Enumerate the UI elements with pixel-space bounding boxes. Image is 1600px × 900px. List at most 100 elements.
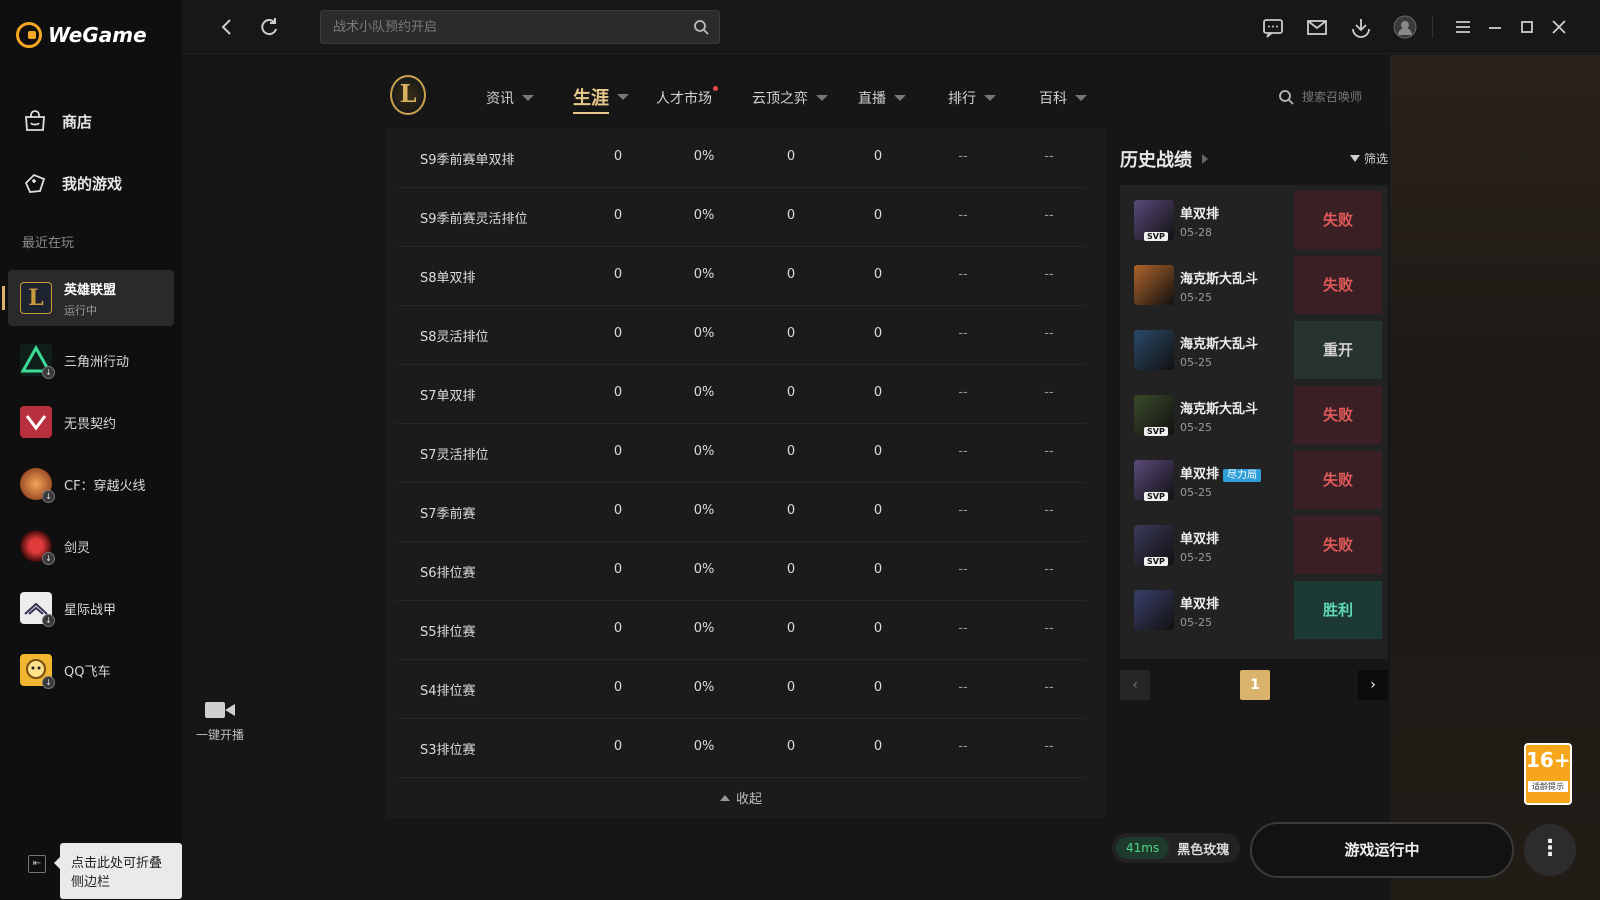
svp-badge: SVP <box>1144 492 1168 501</box>
search-icon <box>1279 89 1294 105</box>
queue-name-cell: S9季前赛单双排 <box>420 153 515 168</box>
sidebar-game-blade-soul[interactable]: ↓ 剑灵 <box>8 518 174 574</box>
stat-cell: 0 <box>613 621 623 636</box>
filter-label: 筛选 <box>1364 152 1389 166</box>
game-name: 星际战甲 <box>64 602 117 618</box>
match-history-title[interactable]: 历史战绩 <box>1120 146 1208 172</box>
match-card[interactable]: 海克斯大乱斗 05-25 重开 <box>1120 317 1388 383</box>
page-number-button[interactable]: 1 <box>1240 670 1270 700</box>
stat-cell: 0 <box>786 267 796 282</box>
minimize-icon[interactable] <box>1482 14 1508 40</box>
stat-cell: -- <box>958 149 968 164</box>
match-card[interactable]: SVP 单双排 尽力局 05-25 失败 <box>1120 447 1388 513</box>
download-icon: ↓ <box>42 676 55 689</box>
collapse-table-button[interactable]: 收起 <box>720 788 762 807</box>
start-stream-button[interactable]: 一键开播 <box>192 700 248 743</box>
close-icon[interactable] <box>1546 14 1572 40</box>
warframe-icon: ↓ <box>20 592 55 627</box>
delta-force-icon: ↓ <box>20 344 55 379</box>
stat-cell: 0 <box>873 562 883 577</box>
stat-cell: 0 <box>613 326 623 341</box>
stat-cell: 0% <box>693 326 715 341</box>
mail-icon[interactable] <box>1304 14 1330 40</box>
next-page-button[interactable]: › <box>1358 670 1388 700</box>
match-date: 05-25 <box>1180 616 1212 629</box>
stat-cell: 0 <box>613 208 623 223</box>
download-icon: ↓ <box>42 614 55 627</box>
divider <box>1432 16 1433 38</box>
match-card[interactable]: SVP 海克斯大乱斗 05-25 失败 <box>1120 382 1388 448</box>
tab-news[interactable]: 资讯 <box>486 88 534 108</box>
match-date: 05-28 <box>1180 226 1212 239</box>
nav-my-games-label: 我的游戏 <box>62 174 123 193</box>
svp-badge: SVP <box>1144 427 1168 436</box>
match-mode-text: 海克斯大乱斗 <box>1180 402 1259 417</box>
lol-icon: L <box>20 282 52 314</box>
stat-cell: 0% <box>693 503 715 518</box>
stat-cell: -- <box>1044 385 1054 400</box>
top-search-input[interactable] <box>321 11 719 43</box>
tab-label: 资讯 <box>486 91 514 107</box>
refresh-button[interactable] <box>256 14 282 40</box>
nav-shop[interactable]: 商店 <box>22 108 92 134</box>
stat-cell: 0% <box>693 267 715 282</box>
queue-name-cell: S6排位赛 <box>420 566 476 581</box>
age-rating: 16+ <box>1526 748 1571 772</box>
sidebar-game-cf[interactable]: ↓ CF：穿越火线 <box>8 456 174 512</box>
tab-label: 人才市场 <box>656 91 712 107</box>
download-manager-icon[interactable] <box>1348 14 1374 40</box>
stat-cell: 0 <box>873 621 883 636</box>
stat-cell: 0% <box>693 562 715 577</box>
stat-cell: -- <box>958 680 968 695</box>
summoner-search[interactable]: 搜索召唤师 <box>1278 88 1362 105</box>
brand-name: WeGame <box>48 23 147 47</box>
tab-talent-market[interactable]: 人才市场 <box>656 86 718 108</box>
sidebar-game-lol[interactable]: L 英雄联盟 运行中 <box>2 270 174 326</box>
stat-cell: 0 <box>613 149 623 164</box>
match-card[interactable]: 海克斯大乱斗 05-25 失败 <box>1120 252 1388 318</box>
maximize-icon[interactable] <box>1514 14 1540 40</box>
stat-cell: 0% <box>693 149 715 164</box>
stat-cell: 0% <box>693 621 715 636</box>
filter-button[interactable]: 筛选 <box>1350 150 1388 167</box>
match-card[interactable]: 单双排 05-25 胜利 <box>1120 577 1388 643</box>
gamepad-icon <box>22 170 48 196</box>
stat-cell: -- <box>958 562 968 577</box>
lol-logo[interactable]: L <box>390 75 426 115</box>
champion-avatar <box>1134 590 1174 630</box>
tab-live[interactable]: 直播 <box>858 88 906 108</box>
sidebar-game-valorant[interactable]: 无畏契约 <box>8 394 174 450</box>
game-running-button[interactable]: 游戏运行中 <box>1250 822 1514 878</box>
stat-cell: -- <box>1044 267 1054 282</box>
tab-tft[interactable]: 云顶之弈 <box>752 88 828 108</box>
sidebar-game-delta[interactable]: ↓ 三角洲行动 <box>8 332 174 388</box>
avatar[interactable] <box>1392 14 1418 40</box>
sidebar-game-qq-speed[interactable]: ↓ QQ飞车 <box>8 642 174 698</box>
collapse-sidebar-button[interactable]: ⇤ <box>28 855 46 873</box>
nav-shop-label: 商店 <box>62 112 93 131</box>
wegame-logo: WeGame <box>16 22 147 48</box>
queue-name-cell: S7单双排 <box>420 389 476 404</box>
stat-cell: 0 <box>873 680 883 695</box>
search-icon[interactable] <box>693 19 709 39</box>
sidebar: WeGame 商店 我的游戏 最近在玩 L 英雄联盟 运行中 ↓ 三角洲行动 无… <box>0 0 182 900</box>
game-name: 无畏契约 <box>64 416 117 432</box>
tab-career[interactable]: 生涯 <box>573 84 629 114</box>
match-date: 05-25 <box>1180 356 1212 369</box>
more-options-button[interactable]: ⋮ <box>1524 824 1576 876</box>
stat-cell: 0 <box>786 149 796 164</box>
stat-cell: 0% <box>693 208 715 223</box>
tab-ranking[interactable]: 排行 <box>948 88 996 108</box>
stat-cell: 0 <box>613 562 623 577</box>
chat-icon[interactable] <box>1260 14 1286 40</box>
menu-icon[interactable] <box>1450 14 1476 40</box>
match-card[interactable]: SVP 单双排 05-25 失败 <box>1120 512 1388 578</box>
back-button[interactable] <box>214 14 240 40</box>
queue-name-cell: S8单双排 <box>420 271 476 286</box>
game-nav: L 资讯 生涯 人才市场 云顶之弈 直播 排行 百科 搜索召唤师 <box>182 55 1600 127</box>
prev-page-button[interactable]: ‹ <box>1120 670 1150 700</box>
tab-wiki[interactable]: 百科 <box>1039 88 1087 108</box>
match-card[interactable]: SVP 单双排 05-28 失败 <box>1120 187 1388 253</box>
nav-my-games[interactable]: 我的游戏 <box>22 170 122 196</box>
sidebar-game-warframe[interactable]: ↓ 星际战甲 <box>8 580 174 636</box>
